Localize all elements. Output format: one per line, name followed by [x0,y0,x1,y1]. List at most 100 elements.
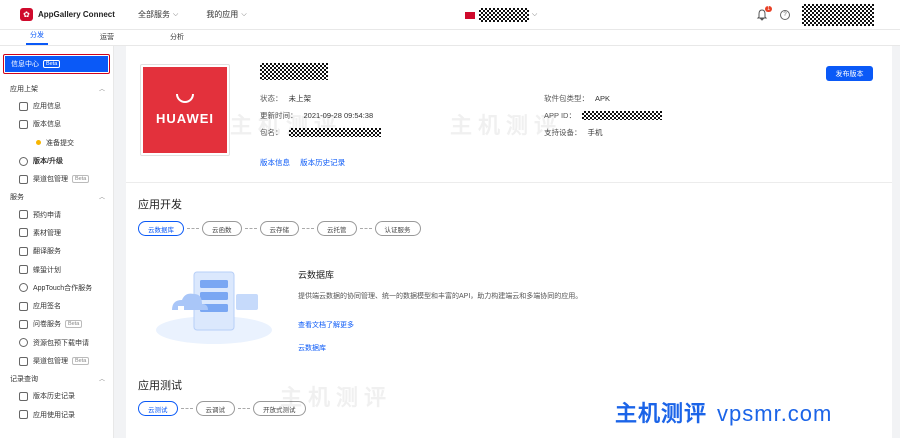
signature-icon [19,301,28,311]
sidebar-item-label: 问卷服务 [33,321,61,329]
tab-distribute[interactable]: 分发 [26,30,48,45]
updated-label: 更新时间： [260,111,298,120]
sidebar-item-version-history[interactable]: 版本历史记录 [0,387,113,405]
nav-all-services[interactable]: 全部服务 ⌵ [138,9,178,20]
channel-icon [19,174,28,184]
package-label: 包名： [260,128,283,137]
sidebar-group-records[interactable]: 记录查询 ︿ [0,370,113,387]
sidebar-item-label: 翻译服务 [33,248,61,256]
pill-cloud-debug[interactable]: 云调试 [195,401,235,416]
usage-icon [19,410,28,420]
app-info-icon [19,101,28,111]
sidebar-item-version-info[interactable]: 版本信息 [0,115,113,133]
version-info-icon [19,119,28,129]
nav-my-apps[interactable]: 我的应用 ⌵ [206,9,246,20]
connector [238,408,250,409]
sidebar-item-label: 应用信息 [33,103,61,111]
app-switcher[interactable]: ⌵ [465,8,537,22]
beta-badge: Beta [65,320,83,329]
pill-cloud-db[interactable]: 云数据库 [138,221,184,236]
chevron-up-icon: ︿ [98,195,105,202]
brand-logo[interactable]: ✿ AppGallery Connect [20,8,138,21]
help-icon[interactable]: ? [780,10,790,20]
status-label: 状态： [260,94,283,103]
masked-package-name [288,128,381,137]
sidebar-group-label: 服务 [10,193,24,201]
masked-app-title [260,63,328,80]
pill-cloud-hosting[interactable]: 云托管 [317,221,357,236]
pill-auth-service[interactable]: 认证服务 [374,221,421,236]
package-row: 包名： [260,127,381,138]
sidebar-item-translation[interactable]: 翻译服务 [0,242,113,260]
sidebar-item-app-signing[interactable]: 应用签名 [0,297,113,315]
sidebar-item-plan[interactable]: 蝶蛩计划 [0,260,113,278]
notification-button[interactable]: 1 [756,6,772,21]
sidebar-item-ready-to-submit[interactable]: 准备提交 [0,134,113,152]
pill-cloud-storage[interactable]: 云存储 [259,221,299,236]
sidebar-item-reservation[interactable]: 预约申请 [0,205,113,223]
sidebar-item-label: 应用签名 [33,303,61,311]
shopping-bag-icon [176,94,194,103]
watermark-url: vpsmr.com [717,401,833,426]
beta-badge: Beta [72,357,90,365]
app-id-row: APP ID： [544,110,662,121]
masked-app-id [581,111,662,120]
sidebar-item-label: 应用使用记录 [33,411,75,419]
status-value: 未上架 [288,94,312,103]
version-info-link[interactable]: 版本信息 [260,158,290,167]
cloud-db-link[interactable]: 云数据库 [298,343,326,353]
chevron-down-icon: ⌵ [532,11,538,18]
upgrade-icon [19,156,28,166]
sub-tabs: 分发 运营 分析 [0,30,900,46]
updated-value: 2021-09-28 09:54:38 [303,111,374,120]
pill-open-test[interactable]: 开放式测试 [253,401,306,416]
feature-description: 提供端云数据的协同管理、统一的数据模型和丰富的API，助力构建端云和多端协同的应… [298,293,583,300]
app-id-label: APP ID： [544,111,576,120]
masked-user-account[interactable] [802,4,874,26]
nav-all-services-label: 全部服务 [138,10,170,19]
sidebar-item-apptouch[interactable]: AppTouch合作服务 [0,279,113,297]
pill-cloud-test[interactable]: 云测试 [138,401,178,416]
notification-badge: 1 [765,6,772,12]
nav-my-apps-label: 我的应用 [206,10,239,19]
sidebar-item-label: 预约申请 [33,211,61,219]
sidebar-item-channel-packages[interactable]: 渠道包管理 Beta [0,170,113,188]
main-content: HUAWEI 状态： 未上架 更新时间： 2021-09-28 09:54:38 包… [126,46,892,438]
version-history-link[interactable]: 版本历史记录 [300,158,345,167]
pkg-type-value: APK [595,94,611,103]
sidebar-item-version-upgrade[interactable]: 版本/升级 [0,152,113,170]
connector [302,228,314,229]
publish-version-button[interactable]: 发布版本 [826,66,873,81]
sidebar-item-label: 版本历史记录 [33,393,75,401]
sidebar-item-app-info[interactable]: 应用信息 [0,97,113,115]
sidebar-item-materials[interactable]: 素材管理 [0,224,113,242]
pill-cloud-functions[interactable]: 云函数 [202,221,242,236]
sidebar-item-label: 版本/升级 [33,158,63,166]
sidebar-highlight-box: 信息中心 Beta [3,54,110,74]
sidebar-item-label: 渠道包管理 [33,176,68,184]
tab-analyze[interactable]: 分析 [166,32,188,45]
plan-icon [19,265,28,275]
connector [244,228,257,229]
survey-icon [19,319,28,329]
updated-row: 更新时间： 2021-09-28 09:54:38 [260,110,373,121]
brand-name: AppGallery Connect [38,10,115,19]
material-icon [19,228,28,238]
sidebar-item-channel-packages-2[interactable]: 渠道包管理 Beta [0,352,113,370]
watermark-banner: 主机测评 vpsmr.com [615,396,832,428]
sidebar-item-predownload[interactable]: 资源包预下载申请 [0,334,113,352]
sidebar-group-services[interactable]: 服务 ︿ [0,188,113,205]
sidebar-group-app-listing[interactable]: 应用上架 ︿ [0,80,113,97]
sidebar-group-label: 记录查询 [10,375,38,383]
tab-operate[interactable]: 运营 [96,32,118,45]
learn-more-link[interactable]: 查看文档了解更多 [298,320,354,330]
sidebar-item-survey[interactable]: 问卷服务 Beta [0,315,113,333]
app-icon: HUAWEI [143,67,227,153]
sidebar-item-label: 信息中心 [11,61,39,68]
sidebar-item-info-center[interactable]: 信息中心 Beta [5,56,108,72]
sidebar-item-usage-records[interactable]: 应用使用记录 [0,405,113,423]
download-icon [19,338,28,348]
section-title-app-dev: 应用开发 [138,199,182,211]
pkg-type-label: 软件包类型： [544,94,589,103]
sidebar-item-label: 版本信息 [33,121,61,129]
